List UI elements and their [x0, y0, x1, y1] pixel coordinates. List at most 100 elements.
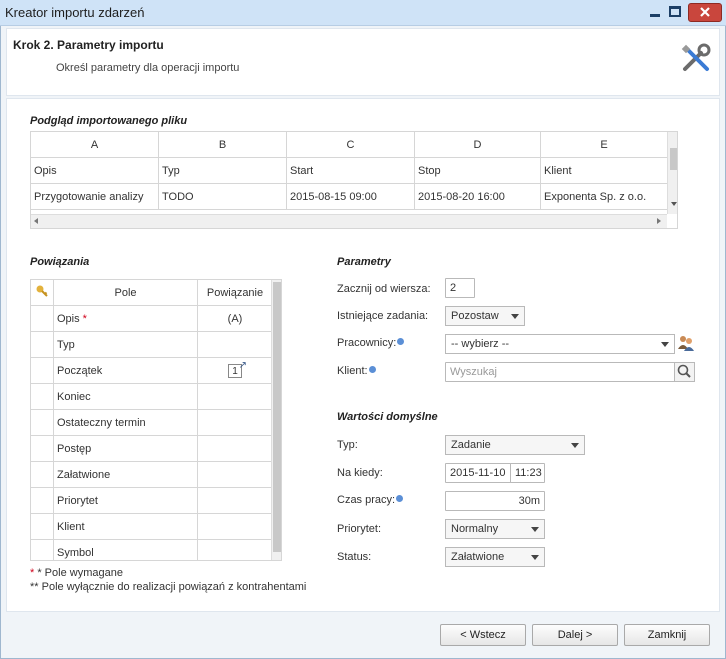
mapping-binding-cell[interactable] — [197, 435, 273, 462]
employees-label: Pracownicy: — [337, 337, 405, 349]
maximize-button[interactable] — [666, 3, 684, 22]
mapping-binding-cell[interactable] — [197, 331, 273, 358]
preview-cell: Klient — [540, 157, 668, 184]
mapping-row-handle — [31, 487, 54, 514]
preview-vscrollbar[interactable] — [667, 132, 677, 214]
mapping-field-label: Opis — [57, 312, 80, 325]
mapping-row-handle — [31, 331, 54, 358]
type-select[interactable]: Zadanie — [445, 435, 585, 455]
mapping-field-cell: Ostateczny termin — [53, 409, 198, 436]
client-label: Klient: — [337, 365, 376, 377]
mapping-field-label: Symbol — [57, 546, 94, 559]
mapping-row-handle — [31, 357, 54, 384]
chevron-down-icon — [661, 342, 669, 347]
preview-cell: TODO — [158, 183, 287, 210]
next-button[interactable]: Dalej > — [532, 624, 618, 646]
status-select[interactable]: Załatwione — [445, 547, 545, 567]
client-search-button[interactable] — [674, 362, 695, 382]
mapping-row[interactable]: Typ — [31, 331, 273, 358]
mapping-row[interactable]: Ostateczny termin — [31, 409, 273, 436]
mapping-row[interactable]: Klient — [31, 513, 273, 540]
mapping-binding-cell[interactable] — [197, 513, 273, 540]
info-icon[interactable] — [396, 495, 404, 502]
mapping-binding-cell[interactable] — [197, 383, 273, 410]
mapping-row-handle — [31, 305, 54, 332]
step-header: Krok 2. Parametry importu Określ paramet… — [6, 28, 720, 96]
preview-cell: Start — [286, 157, 415, 184]
scroll-left-icon[interactable] — [34, 218, 38, 224]
minimize-button[interactable] — [646, 3, 664, 22]
users-icon[interactable] — [677, 334, 695, 352]
preview-cell: Stop — [414, 157, 541, 184]
scrollbar-thumb[interactable] — [273, 282, 281, 552]
mapping-binding-cell[interactable] — [197, 487, 273, 514]
tools-icon — [681, 43, 711, 71]
type-value: Zadanie — [451, 439, 491, 451]
mapping-row[interactable]: Symbol — [31, 539, 273, 560]
scroll-down-icon[interactable] — [671, 202, 677, 206]
mapping-row[interactable]: Koniec — [31, 383, 273, 410]
mapping-row[interactable]: Postęp — [31, 435, 273, 462]
mapping-field-label: Początek — [57, 364, 103, 377]
due-time-input[interactable]: 11:23 — [510, 463, 545, 483]
mapping-binding-cell[interactable]: 1 ↗ — [197, 357, 273, 384]
worktime-input[interactable]: 30m — [445, 491, 545, 511]
due-date-input[interactable]: 2015-11-10 — [445, 463, 511, 483]
mappings-title: Powiązania — [30, 256, 90, 268]
preview-col-header[interactable]: A — [31, 132, 159, 158]
scroll-right-icon[interactable] — [657, 218, 661, 224]
preview-col-header[interactable]: D — [414, 132, 541, 158]
note-contractors: ** Pole wyłącznie do realizacji powiązań… — [30, 581, 307, 593]
mapping-field-label: Klient — [57, 520, 85, 533]
mapping-field-cell: Załatwione — [53, 461, 198, 488]
mapping-binding-cell[interactable]: (A) — [197, 305, 273, 332]
window-title: Kreator importu zdarzeń — [5, 5, 145, 20]
chevron-down-icon — [571, 443, 579, 448]
mapping-binding-cell[interactable] — [197, 539, 273, 560]
mapping-field-cell: Opis * — [53, 305, 198, 332]
mapping-binding-cell[interactable] — [197, 409, 273, 436]
mappings-vscrollbar[interactable] — [271, 280, 281, 560]
drop-column-icon[interactable]: 1 ↗ — [228, 360, 247, 378]
mapping-row[interactable]: Priorytet — [31, 487, 273, 514]
info-icon[interactable] — [368, 366, 376, 373]
mapping-field-cell: Początek — [53, 357, 198, 384]
client-search-input[interactable]: Wyszukaj — [445, 362, 675, 382]
mappings-grid: Pole Powiązanie Opis * (A) Typ Początek 1 ↗ Kon… — [30, 279, 282, 561]
worktime-label: Czas pracy: — [337, 494, 404, 506]
mapping-row[interactable]: Początek 1 ↗ — [31, 357, 273, 384]
priority-select[interactable]: Normalny — [445, 519, 545, 539]
preview-col-header[interactable]: B — [158, 132, 287, 158]
close-window-button[interactable] — [688, 3, 722, 22]
mapping-field-header[interactable]: Pole — [53, 280, 198, 306]
start-row-input[interactable]: 2 — [445, 278, 475, 298]
preview-cell: 2015-08-15 09:00 — [286, 183, 415, 210]
employees-select[interactable]: -- wybierz -- — [445, 334, 675, 354]
mapping-field-cell: Priorytet — [53, 487, 198, 514]
existing-tasks-value: Pozostaw — [451, 310, 499, 322]
mapping-field-label: Typ — [57, 338, 75, 351]
preview-cell: Exponenta Sp. z o.o. — [540, 183, 668, 210]
mapping-binding-cell[interactable] — [197, 461, 273, 488]
mapping-field-label: Priorytet — [57, 494, 98, 507]
existing-tasks-select[interactable]: Pozostaw — [445, 306, 525, 326]
preview-col-header[interactable]: E — [540, 132, 668, 158]
employees-value: -- wybierz -- — [451, 338, 510, 350]
preview-cell: Typ — [158, 157, 287, 184]
chevron-down-icon — [511, 314, 519, 319]
preview-grid: A B C D E Opis Typ Start Stop Klient Prz… — [30, 131, 678, 229]
back-button[interactable]: < Wstecz — [440, 624, 526, 646]
info-icon[interactable] — [397, 338, 405, 345]
close-icon — [700, 7, 710, 17]
preview-col-header[interactable]: C — [286, 132, 415, 158]
mapping-row[interactable]: Opis * (A) — [31, 305, 273, 332]
mapping-field-label: Postęp — [57, 442, 92, 455]
scrollbar-thumb[interactable] — [670, 148, 677, 170]
close-button[interactable]: Zamknij — [624, 624, 710, 646]
mapping-row[interactable]: Załatwione — [31, 461, 273, 488]
employees-label-text: Pracownicy: — [337, 337, 397, 349]
mapping-key-header — [31, 280, 54, 306]
preview-hscrollbar[interactable] — [31, 214, 667, 228]
mapping-binding-header[interactable]: Powiązanie — [197, 280, 273, 306]
required-marker: * — [82, 312, 87, 325]
